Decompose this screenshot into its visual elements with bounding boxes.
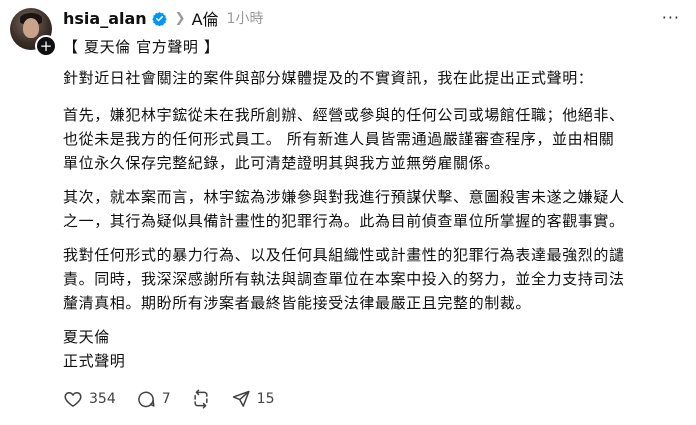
paragraph-line: 針對近日社會關注的案件與部分媒體提及的不實資訊，我在此提出正式聲明： [63,69,594,87]
statement-heading: 【 夏天倫 官方聲明 】 [63,38,220,56]
share-count: 15 [256,391,275,407]
timestamp[interactable]: 1小時 [227,8,264,28]
comment-button[interactable]: 7 [136,389,171,409]
repost-icon [194,389,208,409]
comment-count: 7 [161,391,171,407]
comment-bubble-icon [137,391,155,408]
like-count: 354 [89,391,116,407]
share-button[interactable]: 15 [231,389,275,409]
verified-badge-icon [151,11,167,26]
paragraph-line: 首先，嫌犯林宇鋐從未在我所創辦、經營或參與的任何公司或場館任職；他絕非、 [63,106,625,124]
signature-name: 夏天倫 [63,328,110,346]
like-button[interactable]: 354 [63,389,116,409]
topic-tag[interactable]: A倫 [192,6,219,30]
more-options-button[interactable]: ··· [662,10,680,26]
paragraph-line: 責。同時，我深深感謝所有執法與調查單位在本案中投入的努力，並全力支持司法 [63,270,625,288]
paragraph-line: 我對任何形式的暴力行為、以及任何具組織性或計畫性的犯罪行為表達最強烈的譴 [63,246,625,264]
action-bar: 354 7 15 [63,388,294,410]
repost-button[interactable] [191,389,211,409]
paragraph-line: 釐清真相。期盼所有涉案者最終皆能接受法律最嚴正且完整的制裁。 [63,294,532,312]
send-icon [232,390,250,407]
follow-plus-icon[interactable]: + [35,35,57,57]
paragraph-line: 其次，就本案而言，林宇鋐為涉嫌參與對我進行預謀伏擊、意圖殺害未遂之嫌疑人 [63,188,625,206]
paragraph-line: 單位永久保存完整紀錄，此可清楚證明其與我方並無勞雇關係。 [63,154,500,172]
avatar-face [23,18,39,38]
heart-icon [64,392,82,407]
paragraph-line: 也從未是我方的任何形式員工。 所有新進人員皆需通過嚴謹審查程序，並由相關 [63,130,615,148]
chevron-right-icon: ❯ [174,10,186,26]
username[interactable]: hsia_alan [63,9,147,28]
paragraph-line: 之一，其行為疑似具備計畫性的犯罪行為。此為目前偵查單位所掌握的客觀事實。 [63,212,625,230]
signature-note: 正式聲明 [63,352,126,370]
post-header: hsia_alan ❯ A倫 1小時 [63,6,263,30]
